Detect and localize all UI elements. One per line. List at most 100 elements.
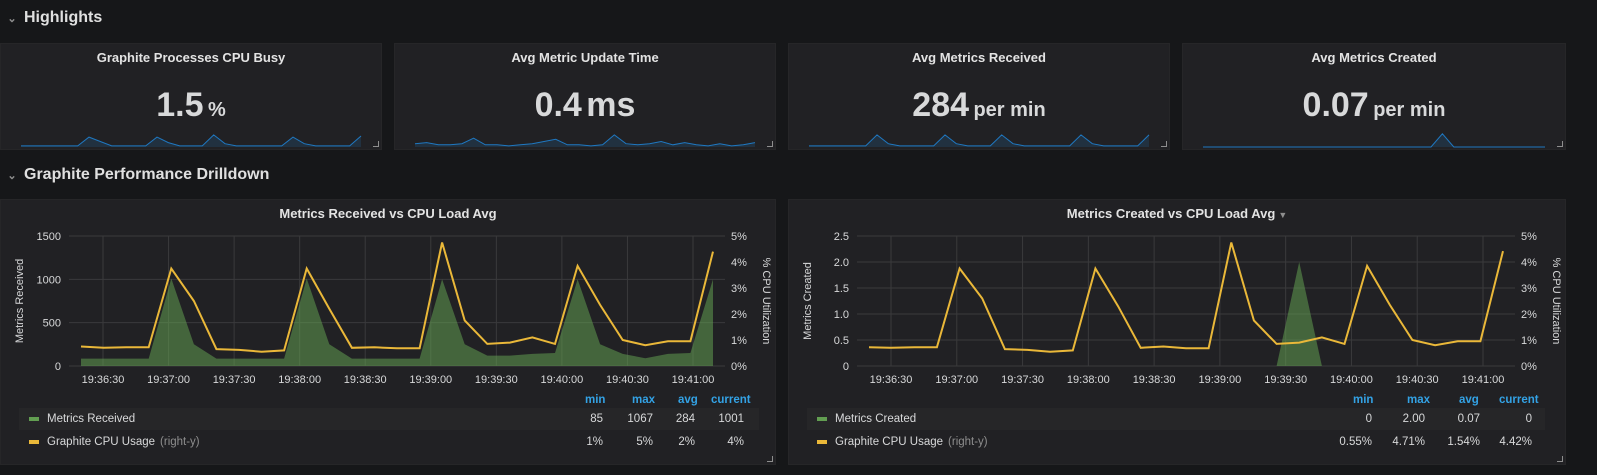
y-tick-left: 1500 (37, 231, 61, 243)
legend-value-avg: 0.07 (1457, 413, 1480, 425)
y-tick-right: 2% (731, 309, 747, 321)
legend-value-current: 1001 (718, 413, 744, 425)
x-tick: 19:40:00 (1330, 374, 1373, 385)
row-title: Highlights (24, 9, 103, 26)
sparkline-line (1203, 133, 1545, 148)
x-tick: 19:40:30 (1396, 374, 1439, 385)
legend-row[interactable]: Metrics Created (807, 408, 1545, 430)
y-tick-right: 4% (731, 257, 747, 269)
y-axis-label-right: % CPU Utilization (760, 258, 772, 345)
y-tick-right: 4% (1521, 257, 1537, 269)
stat-panel-metrics-received[interactable]: Avg Metrics Received 284 per min (788, 43, 1170, 150)
legend-swatch (29, 417, 39, 421)
x-tick: 19:39:00 (1198, 374, 1241, 385)
legend-header-min[interactable]: min (585, 394, 605, 406)
resize-handle[interactable] (767, 456, 773, 462)
legend-swatch (29, 440, 39, 444)
legend-value-min: 0 (1365, 413, 1372, 425)
y-axis-label-right: % CPU Utilization (1550, 258, 1562, 345)
legend-series-suffix: (right-y) (948, 436, 988, 448)
x-tick: 19:38:30 (344, 374, 387, 385)
x-tick: 19:38:00 (1067, 374, 1110, 385)
x-tick: 19:39:30 (1264, 374, 1307, 385)
y-tick-right: 0% (731, 361, 747, 373)
legend-series-name[interactable]: Metrics Created (835, 413, 916, 425)
resize-handle[interactable] (373, 141, 379, 147)
legend-swatch (817, 417, 827, 421)
legend-value-min: 1% (586, 436, 603, 448)
stat-panel-update-time[interactable]: Avg Metric Update Time 0.4 ms (394, 43, 776, 150)
y-tick-right: 5% (1521, 231, 1537, 243)
y-tick-right: 3% (1521, 283, 1537, 295)
graph-chart: 0 0.5 1.0 1.5 2.0 2.5 0% 1% 2% 3% 4% 5% 19:36:30 19:3… (802, 231, 1562, 385)
sparkline-line (21, 134, 362, 147)
stat-panel-cpu-busy[interactable]: Graphite Processes CPU Busy 1.5 % (0, 43, 382, 150)
legend-series-name[interactable]: Graphite CPU Usage (47, 436, 155, 448)
row-header-highlights[interactable]: ⌄ Highlights (0, 4, 102, 32)
row-title: Graphite Performance Drilldown (24, 166, 270, 183)
y-tick-right: 0% (1521, 361, 1537, 373)
legend-value-min: 85 (590, 413, 603, 425)
x-tick: 19:40:30 (606, 374, 649, 385)
chevron-down-icon[interactable]: ⌄ (0, 169, 24, 182)
y-tick-right: 2% (1521, 309, 1537, 321)
x-tick: 19:40:00 (540, 374, 583, 385)
y-tick-left: 1.5 (834, 283, 849, 295)
x-tick: 19:36:30 (82, 374, 125, 385)
y-tick-left: 500 (43, 318, 61, 330)
legend-value-max: 5% (636, 436, 653, 448)
panel-title: Avg Metrics Created (1311, 50, 1437, 65)
chevron-down-icon[interactable]: ⌄ (0, 12, 24, 25)
x-tick: 19:37:30 (213, 374, 256, 385)
panel-title: Avg Metric Update Time (511, 50, 659, 65)
legend-header-current[interactable]: current (711, 394, 751, 406)
x-tick: 19:37:00 (147, 374, 190, 385)
y-tick-right: 1% (731, 335, 747, 347)
legend-header-max[interactable]: max (632, 394, 655, 406)
x-tick: 19:39:30 (475, 374, 518, 385)
sparkline-area (1203, 133, 1545, 147)
legend-series-name[interactable]: Graphite CPU Usage (835, 436, 943, 448)
sparkline (414, 134, 756, 147)
legend-header-avg[interactable]: avg (1459, 394, 1479, 406)
y-tick-right: 1% (1521, 335, 1537, 347)
y-tick-left: 0 (55, 361, 61, 373)
y-tick-left: 2.5 (834, 231, 849, 243)
graph-chart: 0 500 1000 1500 0% 1% 2% 3% 4% 5% 19:36:30 19:37:00… (14, 231, 772, 385)
x-tick: 19:38:00 (278, 374, 321, 385)
legend-series-suffix: (right-y) (160, 436, 200, 448)
legend-swatch (817, 440, 827, 444)
legend-value-max: 2.00 (1402, 413, 1425, 425)
resize-handle[interactable] (767, 141, 773, 147)
row-header-drilldown[interactable]: ⌄ Graphite Performance Drilldown (0, 161, 269, 189)
legend-series-name[interactable]: Metrics Received (47, 413, 135, 425)
resize-handle[interactable] (1161, 141, 1167, 147)
x-tick: 19:38:30 (1133, 374, 1176, 385)
legend-header-current[interactable]: current (1499, 394, 1539, 406)
panel-title: Graphite Processes CPU Busy (96, 50, 286, 65)
y-tick-right: 3% (731, 283, 747, 295)
legend-value-max: 4.71% (1392, 436, 1425, 448)
x-tick: 19:39:00 (409, 374, 452, 385)
x-tick: 19:36:30 (870, 374, 913, 385)
graph-panel-metrics-received[interactable]: Metrics Received vs CPU Load Avg 0 500 100… (0, 199, 776, 465)
y-tick-left: 1000 (37, 274, 61, 286)
legend-header-min[interactable]: min (1353, 394, 1373, 406)
panel-title: Avg Metrics Received (912, 50, 1046, 65)
stat-panel-metrics-created[interactable]: Avg Metrics Created 0.07 per min (1182, 43, 1566, 150)
y-axis-label-left: Metrics Created (802, 262, 814, 340)
legend-row[interactable]: Graphite CPU Usage (right-y) (807, 431, 1545, 453)
graph-panel-metrics-created[interactable]: Metrics Created vs CPU Load Avg ▼ 0 0.5 1.0… (788, 199, 1566, 465)
legend-value-current: 0 (1525, 413, 1532, 425)
resize-handle[interactable] (1557, 141, 1563, 147)
y-axis-label-left: Metrics Received (14, 259, 26, 343)
legend-header-max[interactable]: max (1407, 394, 1430, 406)
x-tick: 19:37:00 (935, 374, 978, 385)
sparkline (21, 134, 362, 147)
y-tick-left: 1.0 (834, 309, 849, 321)
legend-value-current: 4.42% (1499, 436, 1532, 448)
resize-handle[interactable] (1557, 456, 1563, 462)
legend-value-current: 4% (727, 436, 744, 448)
legend-header-avg[interactable]: avg (678, 394, 698, 406)
sparkline (1203, 133, 1545, 148)
